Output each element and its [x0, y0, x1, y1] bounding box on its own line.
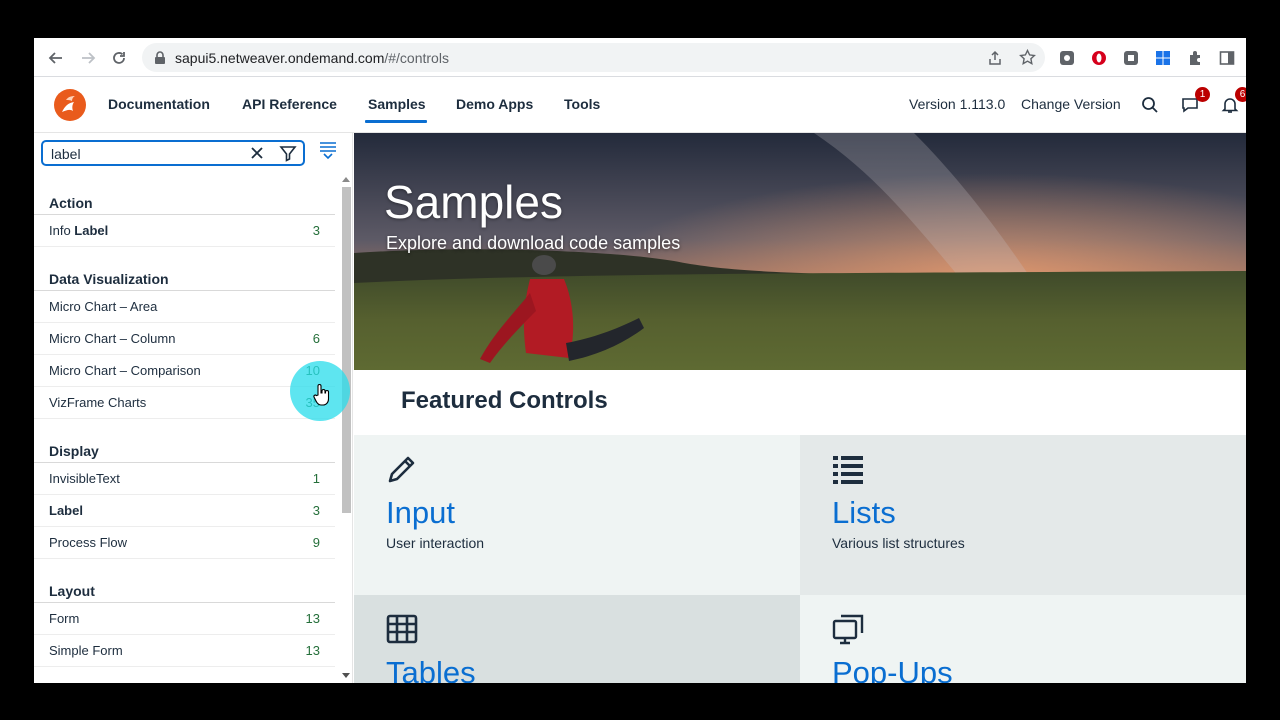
list-item-count: 6 [312, 331, 320, 346]
controls-list: Action Info Label 3 Data Visualization M… [34, 173, 338, 683]
list-item-info-label[interactable]: Info Label 3 [34, 215, 335, 247]
tile-tables[interactable]: Tables [354, 595, 800, 683]
list-item-label: Micro Chart – Column [49, 331, 176, 346]
main-content: Samples Explore and download code sample… [354, 133, 1246, 683]
tile-subtitle: Various list structures [832, 535, 965, 551]
group-header-data-visualization: Data Visualization [49, 271, 169, 287]
puzzle-icon[interactable] [1186, 49, 1204, 67]
list-item-label: Form [49, 611, 80, 626]
tile-input[interactable]: Input User interaction [354, 435, 800, 595]
featured-controls-title: Featured Controls [401, 387, 608, 414]
search-icon[interactable] [1140, 95, 1160, 115]
label-match: Label [74, 223, 109, 238]
tile-title: Pop-Ups [832, 655, 953, 683]
feedback-badge: 1 [1195, 87, 1210, 102]
windows-icon[interactable] [1154, 49, 1172, 67]
list-item-count: 9 [312, 535, 320, 550]
browser-toolbar: sapui5.netweaver.ondemand.com/#/controls [34, 38, 1246, 77]
list-item-count: 13 [305, 611, 320, 626]
sidebar-scrollbar[interactable] [339, 173, 351, 683]
extension-2-icon[interactable] [1122, 49, 1140, 67]
list-item-label-control[interactable]: Label 3 [34, 495, 335, 527]
list-item-count: 1 [312, 471, 320, 486]
scroll-up-arrow-icon[interactable] [342, 176, 350, 182]
nav-samples[interactable]: Samples [368, 96, 426, 112]
notifications-badge: 6 [1235, 87, 1246, 102]
list-item-micro-chart-area[interactable]: Micro Chart – Area [34, 291, 335, 323]
back-icon[interactable] [45, 47, 67, 69]
change-version-button[interactable]: Change Version [1021, 96, 1121, 112]
hero-banner: Samples Explore and download code sample… [354, 133, 1246, 370]
forward-icon[interactable] [77, 47, 99, 69]
controls-sidebar: Action Info Label 3 Data Visualization M… [34, 133, 353, 683]
openui5-logo[interactable] [53, 88, 87, 122]
tile-pop-ups[interactable]: Pop-Ups [800, 595, 1246, 683]
pencil-icon [388, 456, 415, 483]
filter-icon[interactable] [279, 144, 297, 162]
tile-title: Input [386, 495, 455, 530]
url-text: sapui5.netweaver.ondemand.com/#/controls [175, 50, 449, 66]
group-header-action: Action [49, 195, 93, 211]
hero-subtitle: Explore and download code samples [386, 233, 681, 253]
group-header-layout: Layout [49, 583, 95, 599]
search-field[interactable] [41, 140, 305, 166]
scroll-down-arrow-icon[interactable] [342, 673, 350, 679]
nav-demo-apps[interactable]: Demo Apps [456, 96, 533, 112]
clear-icon[interactable] [249, 145, 265, 161]
search-input[interactable] [51, 146, 231, 162]
side-panel-icon[interactable] [1218, 49, 1236, 67]
opera-icon[interactable] [1090, 49, 1108, 67]
address-bar[interactable]: sapui5.netweaver.ondemand.com/#/controls [142, 43, 1045, 72]
list-item-count: 13 [305, 643, 320, 658]
list-item-micro-chart-column[interactable]: Micro Chart – Column 6 [34, 323, 335, 355]
list-item-form[interactable]: Form 13 [34, 603, 335, 635]
notification-bell-icon[interactable]: 6 [1220, 87, 1246, 115]
share-icon[interactable] [987, 50, 1003, 66]
list-item-process-flow[interactable]: Process Flow 9 [34, 527, 335, 559]
hand-cursor-icon [313, 384, 330, 406]
list-item-label: Process Flow [49, 535, 128, 550]
list-item-label: InvisibleText [49, 471, 120, 486]
bookmark-star-icon[interactable] [1019, 49, 1036, 66]
list-icon [833, 456, 863, 484]
tile-title: Tables [386, 655, 476, 683]
collapse-all-icon[interactable] [319, 141, 337, 161]
browser-window: sapui5.netweaver.ondemand.com/#/controls… [34, 38, 1246, 683]
list-item-label: Micro Chart – Area [49, 299, 158, 314]
hero-title: Samples [384, 176, 563, 228]
version-label: Version 1.113.0 [909, 96, 1006, 112]
extension-1-icon[interactable] [1058, 49, 1076, 67]
tile-subtitle: User interaction [386, 535, 485, 551]
list-item-label: Simple Form [49, 643, 123, 658]
tile-title: Lists [832, 495, 896, 530]
list-item-simple-form[interactable]: Simple Form 13 [34, 635, 335, 667]
list-item-micro-chart-comparison[interactable]: Micro Chart – Comparison 10 [34, 355, 335, 387]
lock-icon [155, 51, 165, 64]
table-icon [386, 614, 418, 644]
app-header: Documentation API Reference Samples Demo… [34, 77, 1246, 133]
list-item-label: Micro Chart – Comparison [49, 363, 201, 378]
url-path: /#/controls [384, 50, 449, 66]
nav-api-reference[interactable]: API Reference [242, 96, 337, 112]
list-item-invisibletext[interactable]: InvisibleText 1 [34, 463, 335, 495]
list-item-label: Info Label [49, 223, 108, 238]
nav-documentation[interactable]: Documentation [108, 96, 210, 112]
list-item-label: VizFrame Charts [49, 395, 147, 410]
url-host: sapui5.netweaver.ondemand.com [175, 50, 385, 66]
list-item-label: Label [49, 503, 83, 518]
nav-tools[interactable]: Tools [564, 96, 600, 112]
list-item-count: 3 [312, 503, 320, 518]
scroll-thumb[interactable] [342, 187, 351, 513]
list-item-count: 3 [312, 223, 320, 238]
label-prefix: Info [49, 223, 75, 238]
tile-lists[interactable]: Lists Various list structures [800, 435, 1246, 595]
popup-icon [832, 614, 864, 645]
active-nav-indicator [365, 120, 427, 123]
feedback-icon[interactable]: 1 [1180, 87, 1210, 115]
reload-icon[interactable] [108, 47, 130, 69]
group-header-display: Display [49, 443, 99, 459]
